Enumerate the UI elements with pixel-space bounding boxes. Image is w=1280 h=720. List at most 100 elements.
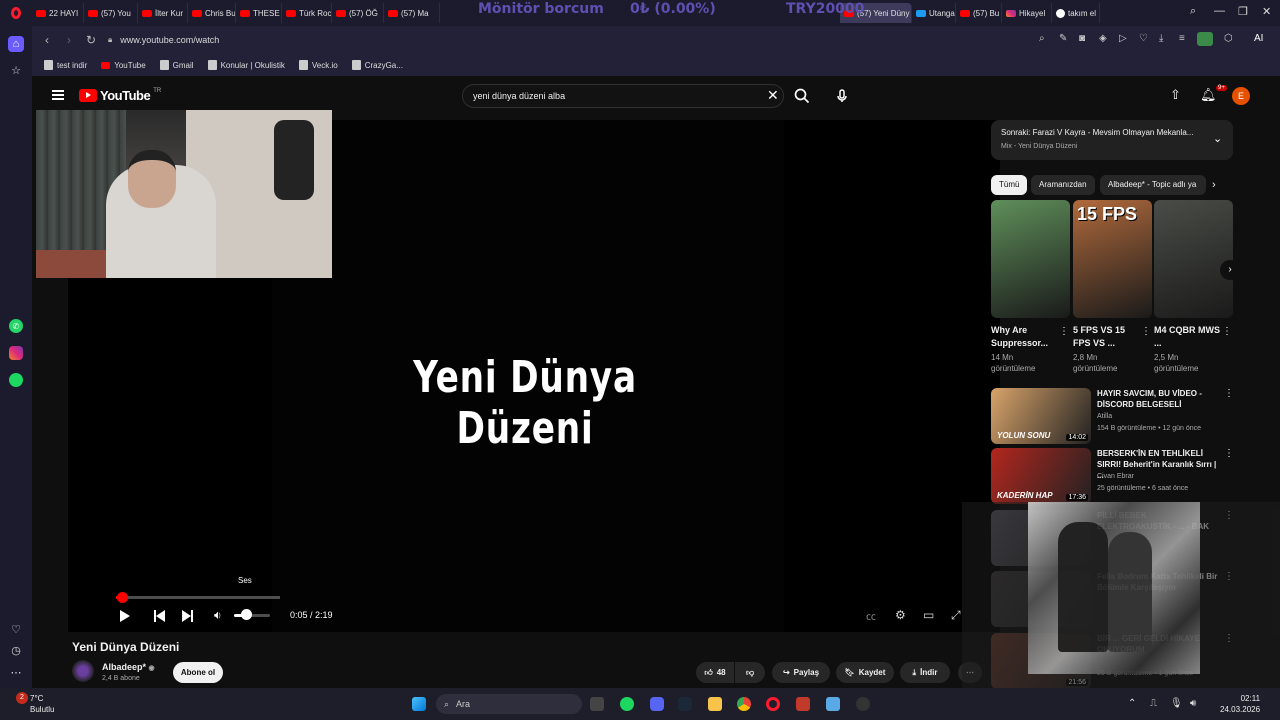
upload-icon[interactable]: ⇧ <box>1170 87 1181 103</box>
camera-icon[interactable]: ◙ <box>1079 33 1085 44</box>
tab-12[interactable]: takım el <box>1052 3 1100 23</box>
short-title[interactable]: 5 FPS VS 15 FPS VS ... <box>1073 324 1139 350</box>
lock-icon[interactable]: 🔒︎ <box>108 35 112 45</box>
short-menu-icon[interactable]: ⋮ <box>1222 326 1232 337</box>
usb-icon[interactable]: ⎍ <box>1150 698 1157 709</box>
volume-tray-icon[interactable]: 🔊︎ <box>1190 698 1196 709</box>
reload-icon[interactable]: ↻ <box>80 33 102 47</box>
previous-button[interactable] <box>154 610 166 622</box>
channel-name[interactable]: Albadeep* ◉ <box>102 662 155 672</box>
bookmark-item[interactable]: Konular | Okulistik <box>207 60 285 70</box>
heart-icon[interactable]: ♡ <box>1139 33 1148 44</box>
tab-6[interactable]: (57) ÖĞ <box>332 3 384 23</box>
opera-menu-icon[interactable] <box>0 0 32 26</box>
play-button[interactable] <box>120 610 130 622</box>
extensions-icon[interactable]: ⬡ <box>1224 33 1233 44</box>
shield-icon[interactable]: ◈ <box>1099 33 1107 44</box>
heart-icon[interactable]: ♡ <box>8 621 24 637</box>
subtitles-icon[interactable]: ㏄ <box>866 608 876 623</box>
progress-bar[interactable] <box>116 592 280 603</box>
short-thumbnail[interactable]: 15 FPS <box>1073 200 1152 318</box>
windows-start-icon[interactable] <box>412 697 426 711</box>
like-button[interactable]: 👍︎ 48 <box>696 662 734 683</box>
short-thumbnail[interactable] <box>1154 200 1233 318</box>
chevron-down-icon[interactable]: ⌄ <box>1213 132 1222 145</box>
channel-name[interactable]: Atilla <box>1097 413 1112 420</box>
chevron-right-icon[interactable]: › <box>1212 175 1216 195</box>
save-button[interactable]: 🔖︎ Kaydet <box>836 662 894 683</box>
shorts-next-icon[interactable]: › <box>1220 260 1240 280</box>
opera-icon[interactable] <box>766 697 780 711</box>
tab-10[interactable]: (57) Bu <box>956 3 1002 23</box>
tab-5[interactable]: Türk Roc <box>282 3 332 23</box>
channel-avatar[interactable] <box>72 660 94 682</box>
close-window-icon[interactable]: ✕ <box>1262 5 1271 18</box>
menu-icon[interactable]: ≡ <box>1179 33 1185 44</box>
video-thumbnail[interactable]: YOLUN SONU 14:02 <box>991 388 1091 444</box>
channel-name[interactable]: Civan Ebrar <box>1097 473 1134 480</box>
tray-chevron-icon[interactable]: ⌃ <box>1128 698 1136 709</box>
bookmark-item[interactable]: Veck.io <box>298 60 338 70</box>
tab-1[interactable]: (57) You <box>84 3 138 23</box>
tab-search-icon[interactable]: ⌕ <box>1190 5 1196 18</box>
dislike-button[interactable]: 👎︎ <box>735 662 765 683</box>
settings-gear-icon[interactable]: ⚙ <box>895 608 906 622</box>
recommendation-item[interactable]: KADERİN HAP 17:36 BERSERK'İN EN TEHLİKELİ … <box>991 448 1234 504</box>
tab-4[interactable]: THESE 3 <box>236 3 282 23</box>
bookmark-item[interactable]: CrazyGa... <box>351 60 403 70</box>
short-menu-icon[interactable]: ⋮ <box>1059 326 1069 337</box>
spotify-icon[interactable] <box>9 373 23 387</box>
app-icon[interactable] <box>796 697 810 711</box>
url-field[interactable]: www.youtube.com/watch <box>120 35 219 45</box>
ai-button[interactable]: AI <box>1254 33 1263 44</box>
video-player[interactable]: Yeni Dünya Düzeni Ses 🔉︎ 0:05 / 2:19 ㏄ ⚙… <box>36 110 1000 632</box>
tab-7[interactable]: (57) Ma <box>384 3 440 23</box>
network-app-icon[interactable] <box>826 697 840 711</box>
minimize-icon[interactable]: — <box>1214 5 1225 17</box>
task-view-icon[interactable] <box>590 697 604 711</box>
spotify-icon[interactable] <box>620 697 634 711</box>
volume-icon[interactable]: 🔉︎ <box>214 608 222 623</box>
download-button[interactable]: ⤓ İndir <box>900 662 950 683</box>
back-icon[interactable]: ‹ <box>36 33 58 47</box>
tab-9[interactable]: Utangaç <box>912 3 956 23</box>
tab-0[interactable]: 22 HAYI <box>32 3 84 23</box>
obs-icon[interactable] <box>856 697 870 711</box>
theater-mode-icon[interactable]: ▭ <box>923 608 934 622</box>
video-thumbnail[interactable]: KADERİN HAP 17:36 <box>991 448 1091 504</box>
discord-icon[interactable] <box>650 697 664 711</box>
short-thumbnail[interactable] <box>991 200 1070 318</box>
volume-knob[interactable] <box>241 609 252 620</box>
mic-tray-icon[interactable]: 🎙︎ <box>1170 698 1183 709</box>
bookmark-item[interactable]: YouTube <box>101 61 146 70</box>
profile-icon[interactable] <box>1197 32 1213 46</box>
home-icon[interactable]: ⌂ <box>8 36 24 52</box>
filter-chip[interactable]: Albadeep* - Topic adlı ya <box>1100 175 1206 195</box>
filter-chip[interactable]: Tümü <box>991 175 1028 195</box>
mini-player-image[interactable] <box>1028 502 1200 674</box>
star-icon[interactable]: ☆ <box>8 62 24 78</box>
file-explorer-icon[interactable] <box>708 697 722 711</box>
video-title[interactable]: HAYIR SAVCIM, BU VİDEO - DİSCORD BELGESE… <box>1097 388 1221 410</box>
tab-3[interactable]: Chris Bu <box>188 3 236 23</box>
fullscreen-icon[interactable]: ⤢ <box>951 608 961 623</box>
play-icon[interactable]: ▷ <box>1119 33 1127 44</box>
search-icon[interactable] <box>792 86 812 106</box>
more-icon[interactable]: ⋮ <box>1224 388 1234 399</box>
short-title[interactable]: Why Are Suppressor... <box>991 324 1057 350</box>
filter-chip[interactable]: Aramanızdan <box>1031 175 1095 195</box>
subscribe-button[interactable]: Abone ol <box>173 662 223 683</box>
clear-search-icon[interactable]: ✕ <box>767 88 779 102</box>
microphone-icon[interactable] <box>832 86 852 106</box>
whatsapp-icon[interactable]: ✆ <box>9 319 23 333</box>
more-icon[interactable]: ⋯ <box>8 664 24 680</box>
up-next-panel[interactable]: Sonraki: Farazi V Kayra - Mevsim Olmayan… <box>991 120 1233 160</box>
account-avatar[interactable]: E <box>1232 87 1250 105</box>
search-input[interactable]: yeni dünya düzeni alba <box>462 84 784 108</box>
short-menu-icon[interactable]: ⋮ <box>1141 326 1151 337</box>
system-clock[interactable]: 02:11 24.03.2026 <box>1220 693 1260 715</box>
bell-icon[interactable]: 🔔︎ <box>1200 87 1217 103</box>
bookmark-item[interactable]: test indir <box>44 60 87 70</box>
scrubber-handle[interactable] <box>116 592 128 603</box>
tab-11[interactable]: Hikayel <box>1002 3 1052 23</box>
